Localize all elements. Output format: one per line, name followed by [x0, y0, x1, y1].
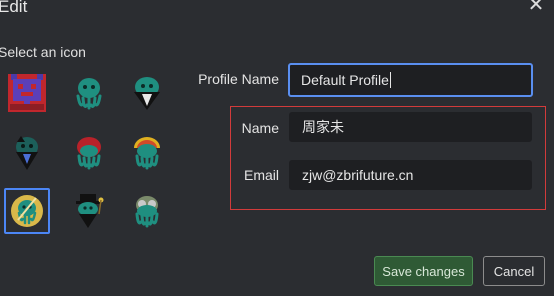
text-caret: [389, 72, 391, 88]
pixel-creature-icon: [8, 74, 46, 112]
icon-option-gold-squid[interactable]: [4, 188, 50, 234]
icon-option-rainbow-squid[interactable]: [124, 130, 170, 176]
dark-squid-icon: [16, 136, 38, 170]
profile-name-value: Default Profile: [301, 72, 389, 88]
tophat-squid-icon: [76, 194, 104, 228]
icon-option-teal-squid[interactable]: [66, 70, 112, 116]
profile-name-label: Profile Name: [198, 71, 279, 87]
goggles-squid-icon: [135, 196, 159, 228]
cancel-button[interactable]: Cancel: [483, 256, 545, 286]
icon-option-red-squid[interactable]: [66, 130, 112, 176]
name-label: Name: [241, 120, 279, 136]
dialog-title: Edit: [0, 0, 28, 16]
profile-name-input[interactable]: Default Profile: [288, 63, 533, 97]
teal-squid-icon: [76, 78, 102, 110]
icon-option-goggles-squid[interactable]: [124, 188, 170, 234]
save-changes-button[interactable]: Save changes: [374, 256, 473, 286]
edit-profile-dialog: Edit ✕ Select an icon Profile Name Defau…: [0, 0, 554, 296]
bearded-squid-icon: [134, 77, 160, 110]
icon-option-tophat-squid[interactable]: [66, 188, 112, 234]
close-icon[interactable]: ✕: [525, 0, 547, 17]
red-squid-icon: [77, 137, 101, 170]
icon-option-pixel-creature[interactable]: [4, 70, 50, 116]
email-value: zjw@zbrifuture.cn: [302, 167, 414, 183]
icon-option-dark-squid[interactable]: [4, 130, 50, 176]
email-input[interactable]: zjw@zbrifuture.cn: [289, 160, 532, 190]
email-label: Email: [243, 167, 279, 183]
name-value: 周家未: [302, 119, 344, 135]
rainbow-squid-icon: [134, 137, 160, 170]
gold-squid-icon: [11, 195, 43, 227]
icon-option-bearded-squid[interactable]: [124, 70, 170, 116]
select-icon-label: Select an icon: [0, 44, 86, 60]
name-input[interactable]: 周家未: [289, 112, 532, 142]
